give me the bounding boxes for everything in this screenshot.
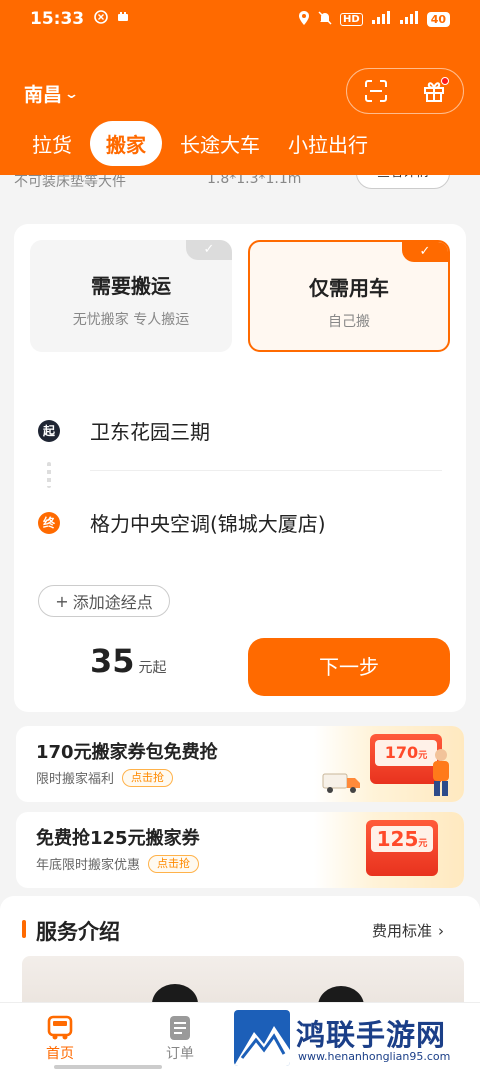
price-amount: 35 (90, 642, 135, 680)
tab-long-haul[interactable]: 长途大车 (166, 129, 274, 158)
nav-home-label: 首页 (46, 1046, 74, 1062)
tab-freight[interactable]: 拉货 (0, 129, 86, 158)
vehicle-note: 不可装床垫等大件 (14, 175, 126, 190)
promo-title: 免费抢125元搬家券 (36, 828, 200, 849)
nav-home[interactable]: 首页 (20, 1013, 100, 1063)
check-icon: ✓ (402, 242, 448, 262)
location-icon (298, 10, 310, 29)
promo-illustration: 125元 (314, 812, 464, 888)
signal-4g-icon (371, 10, 391, 28)
price-unit: 元起 (138, 660, 167, 676)
mover-icon (433, 749, 449, 796)
details-button[interactable]: 查看详情 (356, 175, 450, 189)
watermark-title: 鸿联手游网 (296, 1018, 447, 1052)
divider (90, 470, 442, 471)
gift-icon[interactable] (419, 76, 449, 106)
add-stop-label: 添加途经点 (72, 593, 153, 612)
order-card: ✓ 需要搬运 无忧搬家 专人搬运 ✓ 仅需用车 自己搬 起 卫东花园三期 终 格… (14, 224, 466, 712)
promo-subtitle: 限时搬家福利 (36, 772, 115, 787)
end-address-row[interactable]: 终 格力中央空调(锦城大厦店) (38, 508, 326, 537)
truck-icon (322, 773, 360, 793)
next-step-button[interactable]: 下一步 (248, 638, 450, 696)
nav-orders[interactable]: 订单 (140, 1013, 220, 1063)
start-address: 卫东花园三期 (90, 420, 210, 444)
watermark: 鸿联手游网 www.henanhonglian95.com (234, 1010, 480, 1070)
header-actions (346, 68, 464, 114)
vehicle-dimensions: 1.8*1.3*1.1m (207, 175, 302, 187)
plus-icon: + (55, 591, 69, 611)
tab-moving[interactable]: 搬家 (90, 120, 162, 166)
option-vehicle-only[interactable]: ✓ 仅需用车 自己搬 (248, 240, 450, 352)
promo-card[interactable]: 免费抢125元搬家券 年底限时搬家优惠 点击抢 125元 (16, 812, 464, 888)
start-badge: 起 (38, 419, 60, 442)
fee-standard-label: 费用标准 (371, 922, 432, 940)
price-display: 35 元起 (90, 642, 167, 680)
option-subtitle: 自己搬 (328, 314, 370, 330)
notification-icon (94, 10, 108, 28)
watermark-url: www.henanhonglian95.com (298, 1050, 451, 1063)
orders-icon (140, 1013, 220, 1043)
status-bar: 15:33 HD 40 (0, 0, 480, 38)
city-label: 南昌 (24, 84, 63, 106)
home-truck-icon (20, 1013, 100, 1043)
home-indicator (54, 1065, 162, 1069)
promo-title: 170元搬家券包免费抢 (36, 742, 218, 763)
check-icon: ✓ (186, 240, 232, 260)
section-title: 服务介绍 (36, 920, 120, 944)
watermark-logo (234, 1010, 290, 1066)
service-tabs: 拉货 搬家 长途大车 小拉出行 (0, 120, 480, 166)
option-need-porter[interactable]: ✓ 需要搬运 无忧搬家 专人搬运 (30, 240, 232, 352)
promo-grab-button[interactable]: 点击抢 (148, 854, 200, 873)
chevron-down-icon: ⌄ (63, 87, 80, 102)
section-accent-bar (22, 920, 26, 938)
battery-indicator: 40 (426, 11, 450, 27)
end-address: 格力中央空调(锦城大厦店) (90, 512, 326, 536)
promo-grab-button[interactable]: 点击抢 (122, 768, 174, 787)
fee-standard-link[interactable]: 费用标准 › (372, 920, 444, 941)
signal-5g-icon (399, 10, 419, 28)
end-badge: 终 (38, 511, 60, 534)
add-stop-button[interactable]: + 添加途经点 (38, 585, 170, 617)
scan-icon[interactable] (361, 76, 391, 106)
notification-dot (441, 77, 449, 85)
coupon-value: 170 (384, 743, 419, 762)
option-title: 仅需用车 (309, 276, 389, 300)
option-title: 需要搬运 (91, 274, 171, 298)
app-notify-icon (116, 10, 130, 28)
promo-subtitle: 年底限时搬家优惠 (36, 858, 141, 873)
tab-ride[interactable]: 小拉出行 (274, 129, 382, 158)
chevron-right-icon: › (438, 921, 444, 940)
hd-icon: HD (340, 12, 363, 26)
route-connector (47, 462, 51, 488)
nav-orders-label: 订单 (166, 1046, 194, 1062)
promo-illustration: 170元 (314, 726, 464, 802)
vehicle-info-peek: 不可装床垫等大件 1.8*1.3*1.1m 查看详情 (0, 175, 480, 195)
promo-card[interactable]: 170元搬家券包免费抢 限时搬家福利 点击抢 170元 (16, 726, 464, 802)
start-address-row[interactable]: 起 卫东花园三期 (38, 416, 210, 445)
mute-icon (318, 10, 332, 28)
city-selector[interactable]: 南昌 ⌄ (24, 80, 80, 107)
app-header: 15:33 HD 40 南昌 ⌄ 拉货 搬家 长途大车 小拉出行 (0, 0, 480, 175)
status-time: 15:33 (30, 9, 85, 29)
option-subtitle: 无忧搬家 专人搬运 (72, 312, 190, 328)
coupon-value: 125 (376, 827, 419, 851)
coupon-image: 125元 (366, 820, 438, 876)
